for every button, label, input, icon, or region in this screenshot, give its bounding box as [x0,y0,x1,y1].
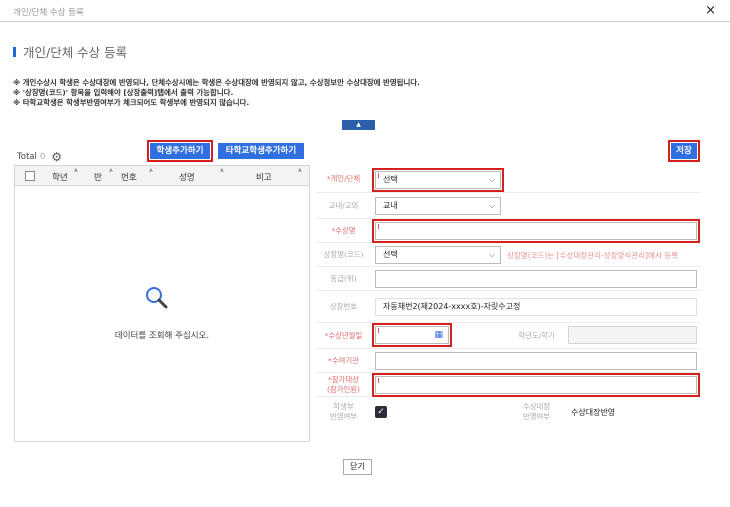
dialog-title: 개인/단체 수상 등록 [13,8,84,18]
cert-code-select-value: 선택 [383,250,398,259]
inout-select[interactable]: 교내 ⌵ [375,197,501,215]
award-date-input[interactable]: ▦ [372,323,452,347]
sort-arrow-icon[interactable]: ▲ [109,167,113,173]
title-marker [13,46,16,57]
column-number[interactable]: 번호 [121,171,137,183]
close-icon[interactable]: × [705,3,716,18]
year-term-label: 학년도/학기 [518,331,555,340]
participants-input[interactable] [372,373,700,397]
row-type: *개인/단체 선택 ⌵ [316,165,701,193]
row-award-name: *수상명 [316,219,701,243]
row-participants: *참가대상 (참가인원) [316,373,701,397]
total-count: Total 0 ⚙ [17,150,62,164]
award-no-field: 자동채번2(제2024-xxxx호)-자릿수고정 [375,298,697,316]
sort-arrow-icon[interactable]: ▲ [149,167,153,173]
collapse-toggle-button[interactable]: ▲ [342,120,375,130]
chevron-down-icon: ⌵ [488,201,495,210]
org-label: *수여기관 [328,356,359,365]
award-name-input[interactable] [372,219,700,243]
sort-arrow-icon[interactable]: ▲ [74,167,78,173]
type-select-value: 선택 [383,175,398,184]
close-button[interactable]: 닫기 [343,459,372,475]
chevron-down-icon: ⌵ [488,175,495,184]
calendar-icon[interactable]: ▦ [434,327,443,343]
award-no-label: 상장번호 [329,302,358,311]
magnifier-icon [146,287,168,309]
grade-input[interactable] [375,270,697,288]
inout-select-value: 교내 [383,201,398,210]
row-reflect: 학생부 반영여부 ✓ 수상대장 반영여부 수상대장반영 [316,397,701,427]
row-inout: 교내/교외 교내 ⌵ [316,193,701,219]
row-org: *수여기관 [316,349,701,373]
sort-arrow-icon[interactable]: ▲ [298,167,302,173]
grid-header: 학년 ▲ 반 ▲ 번호 ▲ 성명 ▲ 비고 ▲ [15,166,309,186]
student-grid: 학년 ▲ 반 ▲ 번호 ▲ 성명 ▲ 비고 ▲ 데이터를 조회해 주십시오. [14,165,310,442]
record-label-line: 반영여부 [329,412,358,421]
ledger-label-line: 수상대장 [522,402,551,411]
record-label-line: 학생부 [333,402,354,411]
chevron-down-icon: ⌵ [488,250,495,259]
column-class[interactable]: 반 [94,171,102,183]
add-student-button[interactable]: 학생추가하기 [147,140,213,162]
column-name[interactable]: 성명 [179,171,195,183]
dialog-titlebar: 개인/단체 수상 등록 × [0,0,730,22]
cert-code-label: 상장명(코드) [323,250,364,259]
type-select[interactable]: 선택 ⌵ [372,168,504,192]
org-input[interactable] [375,352,697,370]
cert-code-hint: 상장명(코드)는 [수상대장관리-상장양식관리]에서 등록 [507,251,678,260]
participants-label-line: *참가대상 [328,375,359,384]
row-cert-code: 상장명(코드) 선택 ⌵ 상장명(코드)는 [수상대장관리-상장양식관리]에서 등… [316,243,701,267]
record-label: 학생부 반영여부 [316,402,371,422]
add-other-school-student-button[interactable]: 타학교학생추가하기 [218,143,304,159]
row-award-date: *수상년월일 ▦ 학년도/학기 [316,323,701,349]
row-grade: 등급(위) [316,267,701,291]
gear-icon[interactable]: ⚙ [51,150,62,164]
column-remark[interactable]: 비고 [256,171,272,183]
notice-line: ※ 개인수상시 학생은 수상대장에 반영되나, 단체수상시에는 학생은 수상대장… [13,78,420,87]
year-term-field [568,326,697,344]
ledger-value: 수상대장반영 [571,408,616,417]
award-date-label: *수상년월일 [324,331,363,340]
page-title: 개인/단체 수상 등록 [13,42,127,61]
save-button[interactable]: 저장 [668,140,700,162]
sort-arrow-icon[interactable]: ▲ [220,167,224,173]
empty-message: 데이터를 조회해 주십시오. [114,331,210,341]
cert-code-select[interactable]: 선택 ⌵ [375,246,501,264]
ledger-label-line: 반영여부 [522,412,551,421]
row-award-no: 상장번호 자동채번2(제2024-xxxx호)-자릿수고정 [316,291,701,323]
award-no-value: 자동채번2(제2024-xxxx호)-자릿수고정 [383,302,521,311]
notice-line: ※ '상장명(코드)' 항목을 입력해야 [상장출력]탭에서 출력 가능합니다. [13,88,234,97]
notice-line: ※ 타학교학생은 학생부반영여부가 체크되어도 학생부에 반영되지 않습니다. [13,98,250,107]
ledger-label: 수상대장 반영여부 [509,402,564,422]
notice-list: ※ 개인수상시 학생은 수상대장에 반영되나, 단체수상시에는 학생은 수상대장… [13,78,420,108]
grade-label: 등급(위) [330,274,357,283]
type-label: *개인/단체 [326,174,361,183]
participants-label-line: (참가인원) [327,385,360,394]
total-value: 0 [39,152,46,162]
inout-label: 교내/교외 [328,201,359,210]
select-all-checkbox[interactable] [25,171,35,181]
award-name-label: *수상명 [331,226,356,235]
page-title-text: 개인/단체 수상 등록 [23,45,128,60]
participants-label: *참가대상 (참가인원) [316,375,371,395]
column-grade[interactable]: 학년 [52,171,68,183]
total-label: Total [17,152,37,162]
record-checkbox[interactable]: ✓ [375,406,387,418]
